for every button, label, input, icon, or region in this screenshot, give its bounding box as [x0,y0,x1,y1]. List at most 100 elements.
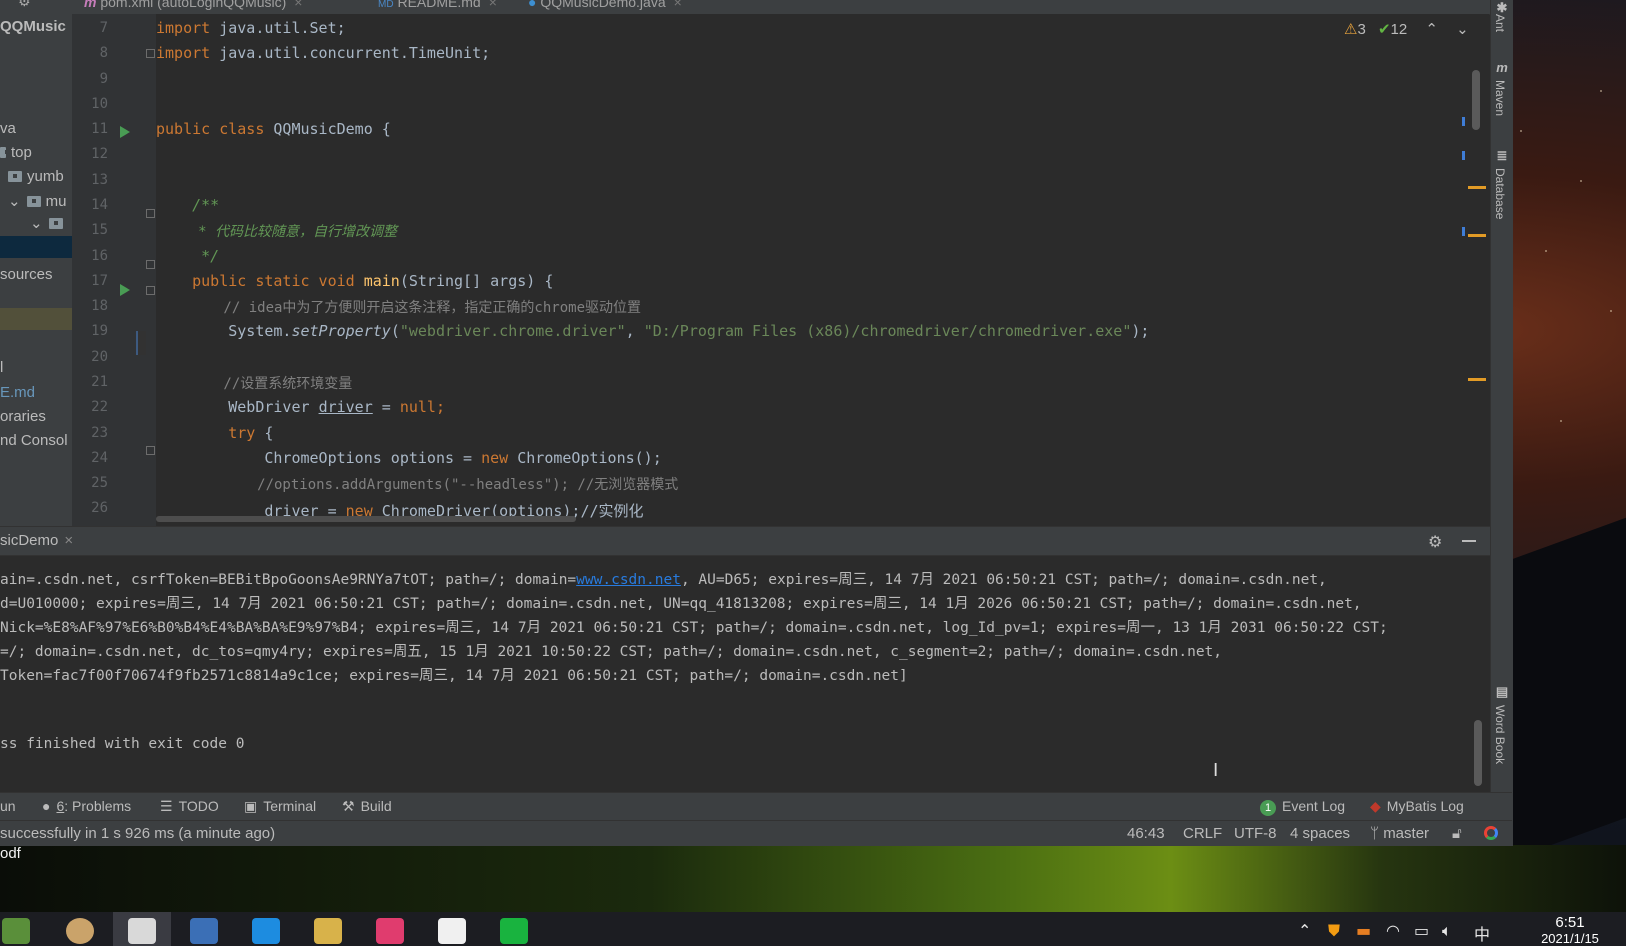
database-icon[interactable]: ≣ [1495,148,1509,163]
tree-item[interactable]: sources [0,266,53,283]
tree-item[interactable]: oraries [0,408,46,425]
change-marker[interactable] [1462,151,1465,160]
minimize-icon[interactable] [1462,540,1476,542]
app-icon-paint[interactable] [66,918,94,944]
wifi-icon[interactable]: ◠ [1386,921,1400,940]
console-scrollbar[interactable] [1474,720,1482,786]
ant-icon[interactable]: ✱ [1495,0,1509,15]
app-icon-folder[interactable] [314,918,342,944]
tree-item[interactable]: top [0,144,32,161]
close-icon[interactable]: × [294,0,302,10]
warning-marker[interactable] [1468,378,1486,381]
tree-selected-row[interactable] [0,236,72,258]
gear-icon[interactable]: ⚙ [1428,532,1442,551]
desktop-icon-label[interactable]: odf [0,845,21,862]
change-marker[interactable] [1462,227,1465,236]
chevron-up-icon[interactable]: ⌃ [1425,21,1438,38]
shield-icon[interactable]: ⛊ [1328,921,1340,941]
volume-icon[interactable]: 🔈︎ [1442,921,1452,941]
line-number: 16 [91,248,108,264]
tool-todo[interactable]: ☰ TODO [160,798,219,815]
fold-icon[interactable] [146,446,155,455]
editor-vertical-scrollbar[interactable] [1472,70,1480,130]
status-message[interactable]: successfully in 1 s 926 ms (a minute ago… [0,825,275,842]
tool-database[interactable]: Database [1493,168,1507,219]
code-line: WebDriver driver = null; [156,398,445,416]
app-icon-python[interactable] [190,918,218,944]
tree-item[interactable]: ⌄ mu [8,192,66,210]
warning-marker[interactable] [1468,234,1486,237]
change-marker[interactable] [1462,117,1465,126]
editor-horizontal-scrollbar[interactable] [156,516,576,522]
tree-highlighted-row[interactable] [0,308,72,330]
tool-problems[interactable]: ● 6: Problems [42,798,131,814]
run-gutter-icon[interactable] [120,284,130,296]
folder-icon [8,171,22,182]
inspection-widget[interactable]: ⚠3 ✔12 ⌃ ⌄ [1344,20,1469,38]
tool-word-book[interactable]: Word Book [1493,705,1507,764]
maven-icon: m [84,0,97,10]
app-icon-snipping[interactable] [128,918,156,944]
app-icon-vm[interactable] [252,918,280,944]
current-line-marker [136,331,146,355]
app-icon-notepad[interactable] [2,918,30,944]
git-branch[interactable]: ᛘ master [1370,825,1429,842]
tool-mybatis-log[interactable]: ◆ MyBatis Log [1370,798,1464,815]
chevron-down-icon[interactable]: ⌄ [8,193,21,210]
close-icon[interactable]: × [489,0,497,10]
tab-qqmusicdemo-java[interactable]: ● QQMusicDemo.java × [528,0,682,14]
caret-position[interactable]: 46:43 [1127,825,1165,842]
tool-run[interactable]: un [0,798,16,814]
chevron-down-icon[interactable]: ⌄ [30,215,43,232]
code-editor[interactable]: import java.util.Set; import java.util.c… [156,14,1359,526]
run-tab[interactable]: sicDemo × [0,532,73,549]
tray-folder-icon[interactable]: ▬ [1356,921,1371,940]
chevron-up-icon[interactable]: ⌃ [1298,921,1311,940]
google-icon[interactable] [1484,826,1498,840]
chevron-down-icon[interactable]: ⌄ [1456,21,1469,38]
gear-icon[interactable]: ⚙ [18,0,31,10]
tree-item[interactable]: yumb [8,168,64,185]
close-icon[interactable]: × [64,532,73,549]
tool-terminal[interactable]: ▣ Terminal [244,798,316,815]
close-icon[interactable]: × [674,0,682,10]
line-number: 21 [91,374,108,390]
text-cursor-icon: I [1213,760,1219,781]
fold-icon[interactable] [146,286,155,295]
line-separator[interactable]: CRLF [1183,825,1222,842]
warning-marker[interactable] [1468,186,1486,189]
terminal-icon: ▣ [244,798,258,814]
ime-indicator[interactable]: 中 [1474,921,1490,945]
tab-readme[interactable]: MD README.md × [378,0,497,14]
tree-item[interactable]: nd Consol [0,432,68,449]
tool-ant[interactable]: Ant [1493,14,1507,32]
book-icon[interactable]: ▤ [1495,684,1509,699]
lock-icon[interactable]: 🔓︎ [1452,825,1462,842]
tree-item[interactable]: E.md [0,384,35,401]
fold-icon[interactable] [146,260,155,269]
tree-item[interactable]: l [0,359,3,376]
clock[interactable]: 6:51 2021/1/15 [1530,914,1610,946]
run-console[interactable]: ain=.csdn.net, csrfToken=BEBitBpoGoonsAe… [0,556,1490,790]
code-line: * 代码比较随意，自行增改调整 [156,224,398,240]
fold-icon[interactable] [146,49,155,58]
app-icon-f[interactable] [500,918,528,944]
editor-gutter: 7 8 9 10 11 12 13 14 15 16 17 18 19 20 2… [72,14,156,526]
tool-event-log[interactable]: 1 Event Log [1260,798,1345,816]
app-icon-typora[interactable] [438,918,466,944]
tool-build[interactable]: ⚒ Build [342,798,392,815]
app-icon-intellij[interactable] [376,918,404,944]
tree-item[interactable]: ⌄ [30,214,68,232]
indent-setting[interactable]: 4 spaces [1290,825,1350,842]
battery-icon[interactable]: ▭ [1414,921,1429,940]
maven-icon[interactable]: m [1495,60,1509,75]
console-link[interactable]: www.csdn.net [576,572,681,588]
tab-pom-xml[interactable]: m pom.xml (autoLoginQQMusic) × [84,0,302,14]
file-encoding[interactable]: UTF-8 [1234,825,1277,842]
fold-icon[interactable] [146,209,155,218]
line-number: 15 [91,222,108,238]
tree-item[interactable]: va [0,120,16,137]
run-gutter-icon[interactable] [120,126,130,138]
tool-maven[interactable]: Maven [1493,80,1507,116]
code-line: import java.util.concurrent.TimeUnit; [156,44,491,62]
